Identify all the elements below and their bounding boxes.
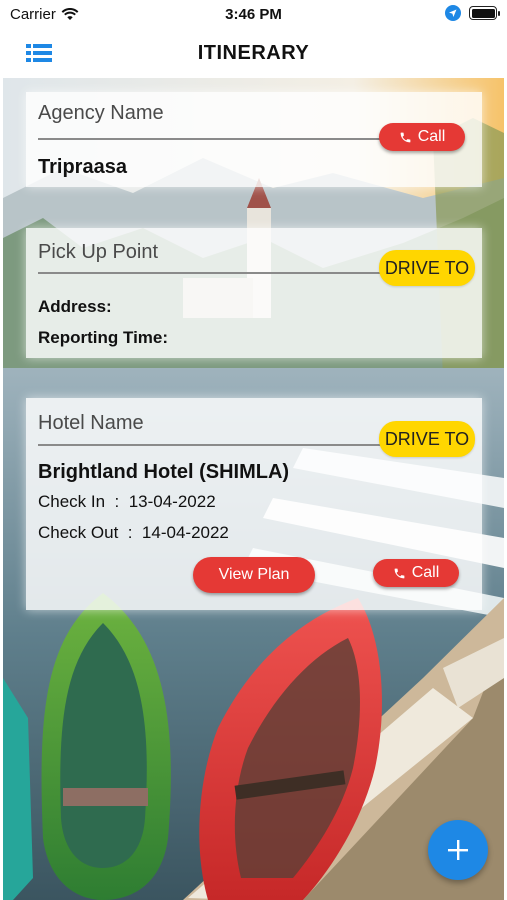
agency-call-label: Call bbox=[417, 128, 446, 145]
phone-icon bbox=[394, 568, 405, 578]
status-bar: Carrier 3:46 PM bbox=[0, 0, 507, 30]
view-plan-button[interactable]: View Plan bbox=[193, 557, 315, 593]
hotel-call-button[interactable]: Call bbox=[373, 559, 459, 587]
hotel-divider bbox=[38, 444, 384, 446]
hotel-card: Hotel Name DRIVE TO Brightland Hotel (SH… bbox=[26, 398, 482, 610]
hotel-check-out: Check Out : 14-04-2022 bbox=[38, 523, 229, 542]
agency-divider bbox=[38, 138, 384, 140]
pickup-card: Pick Up Point DRIVE TO Address: Reportin… bbox=[26, 228, 482, 358]
hotel-call-label: Call bbox=[411, 564, 440, 581]
agency-card: Agency Name Call Tripraasa bbox=[26, 92, 482, 187]
page-title: ITINERARY bbox=[197, 42, 310, 64]
hotel-drive-label: DRIVE TO bbox=[384, 428, 470, 449]
nav-bar: ITINERARY bbox=[0, 30, 507, 78]
pickup-reporting-label: Reporting Time: bbox=[38, 328, 169, 347]
pickup-drive-button[interactable]: DRIVE TO bbox=[379, 250, 475, 286]
hotel-label: Hotel Name bbox=[38, 412, 144, 434]
plus-icon bbox=[448, 840, 468, 860]
pickup-label: Pick Up Point bbox=[38, 241, 159, 263]
status-time: 3:46 PM bbox=[225, 6, 282, 23]
agency-call-button[interactable]: Call bbox=[379, 123, 465, 151]
view-plan-label: View Plan bbox=[218, 566, 290, 583]
add-button[interactable] bbox=[428, 820, 488, 880]
agency-name-value: Tripraasa bbox=[38, 156, 127, 178]
status-right bbox=[445, 5, 500, 21]
hotel-name-value: Brightland Hotel (SHIMLA) bbox=[38, 461, 290, 483]
agency-label: Agency Name bbox=[38, 102, 164, 124]
pickup-divider bbox=[38, 272, 384, 274]
pickup-address-label: Address: bbox=[38, 297, 112, 316]
location-arrow-icon bbox=[445, 5, 461, 21]
hotel-drive-button[interactable]: DRIVE TO bbox=[379, 421, 475, 457]
hotel-check-in: Check In : 13-04-2022 bbox=[38, 492, 216, 511]
pickup-drive-label: DRIVE TO bbox=[384, 257, 470, 278]
battery-icon bbox=[469, 6, 500, 20]
phone-icon bbox=[400, 132, 411, 142]
